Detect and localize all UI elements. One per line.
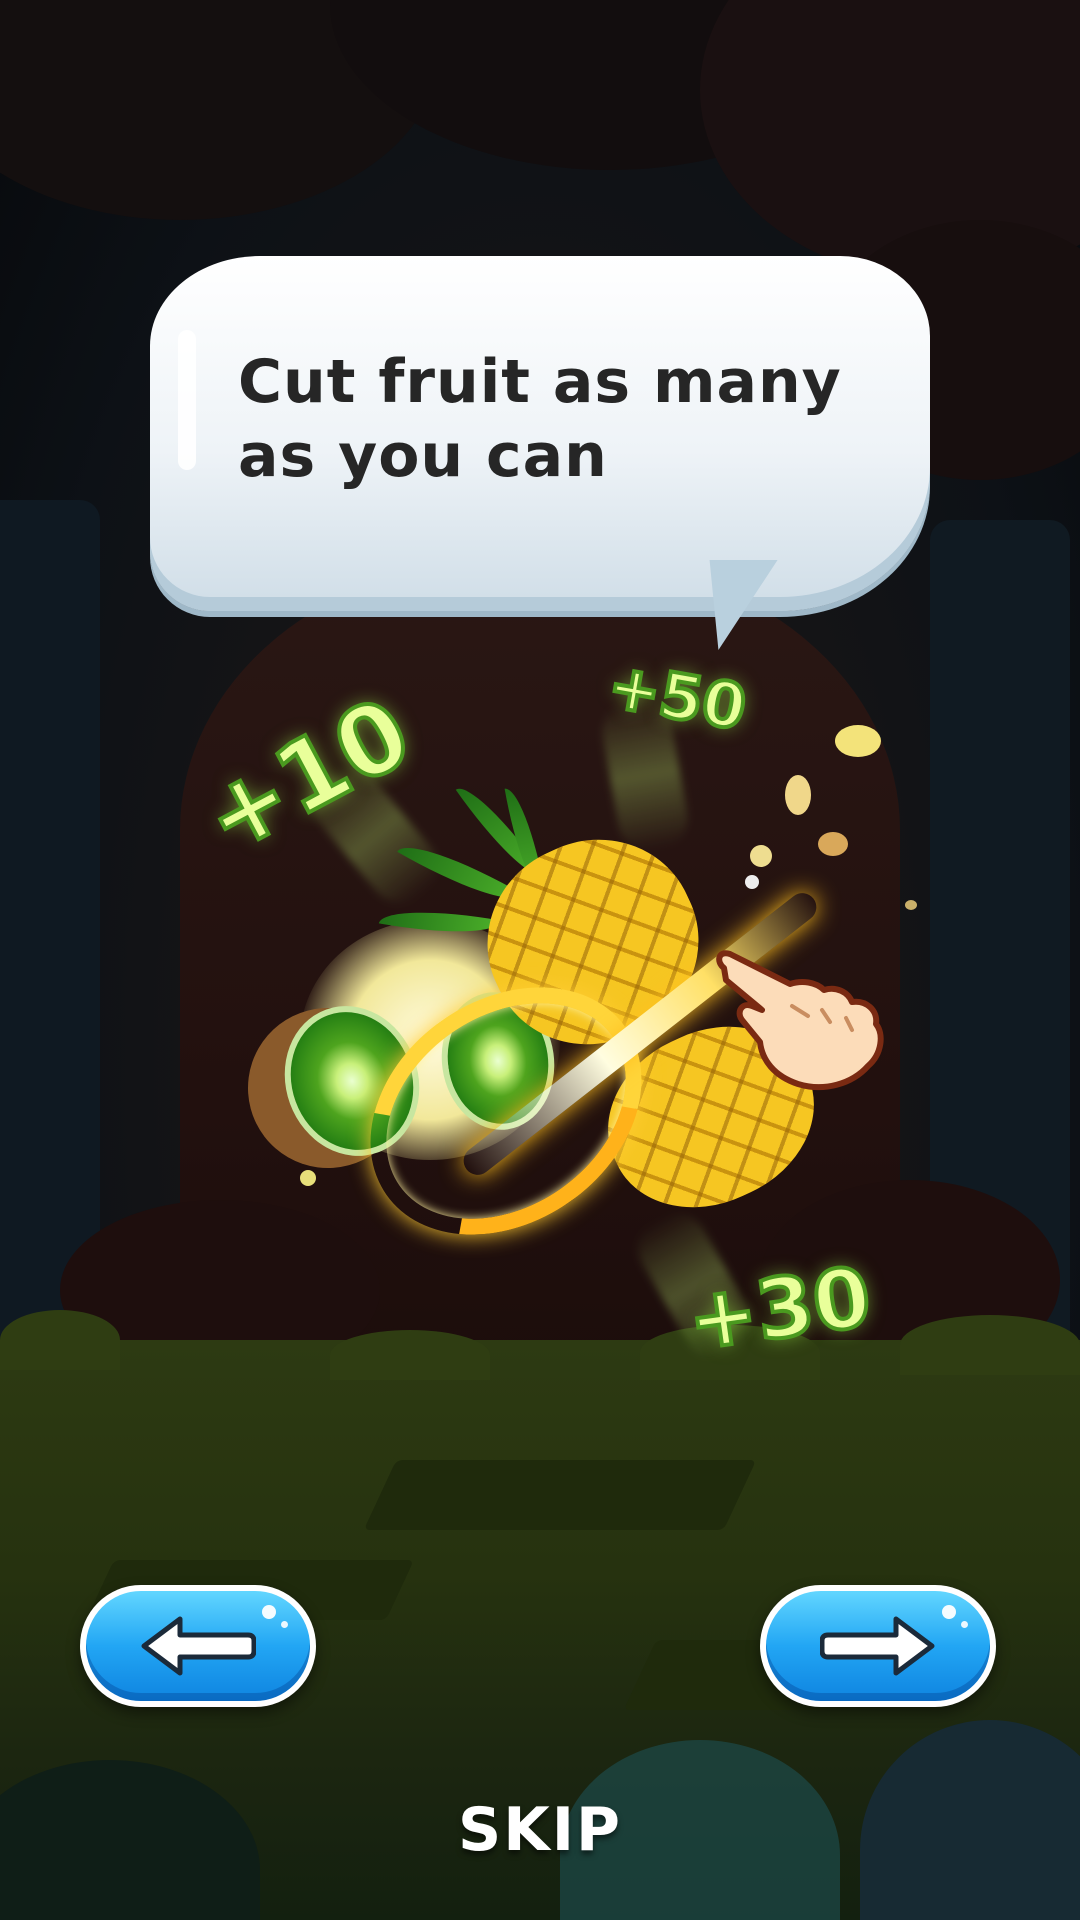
back-button[interactable] [80, 1585, 316, 1707]
pointer-hand-icon [716, 950, 884, 1091]
skip-button[interactable]: SKIP [0, 1795, 1080, 1865]
bubble-highlight [178, 330, 196, 470]
grass-tuft [900, 1315, 1080, 1375]
grass-tuft [330, 1330, 490, 1380]
tutorial-message-line1: Cut fruit as many [238, 347, 842, 417]
button-shine [281, 1621, 288, 1628]
next-button[interactable] [760, 1585, 996, 1707]
background-tree [0, 500, 100, 1360]
game-scene: Cut fruit as many as you can +10 +50 +30 [0, 0, 1080, 1920]
tutorial-message-line2: as you can [238, 421, 608, 491]
arrow-right-icon [820, 1616, 935, 1676]
juice-droplet [818, 832, 848, 856]
arrow-left-icon [141, 1616, 256, 1676]
ground-shadow [363, 1460, 757, 1530]
grass-tuft [0, 1310, 120, 1370]
button-shine [961, 1621, 968, 1628]
juice-droplet [835, 725, 881, 757]
juice-droplet [300, 1170, 316, 1186]
tutorial-message: Cut fruit as many as you can [238, 345, 878, 493]
juice-droplet [785, 775, 811, 815]
button-shine [262, 1605, 276, 1619]
back-button-face [86, 1591, 310, 1701]
button-shine [942, 1605, 956, 1619]
juice-droplet [750, 845, 772, 867]
juice-droplet [905, 900, 917, 910]
next-button-face [766, 1591, 990, 1701]
juice-droplet [745, 875, 759, 889]
